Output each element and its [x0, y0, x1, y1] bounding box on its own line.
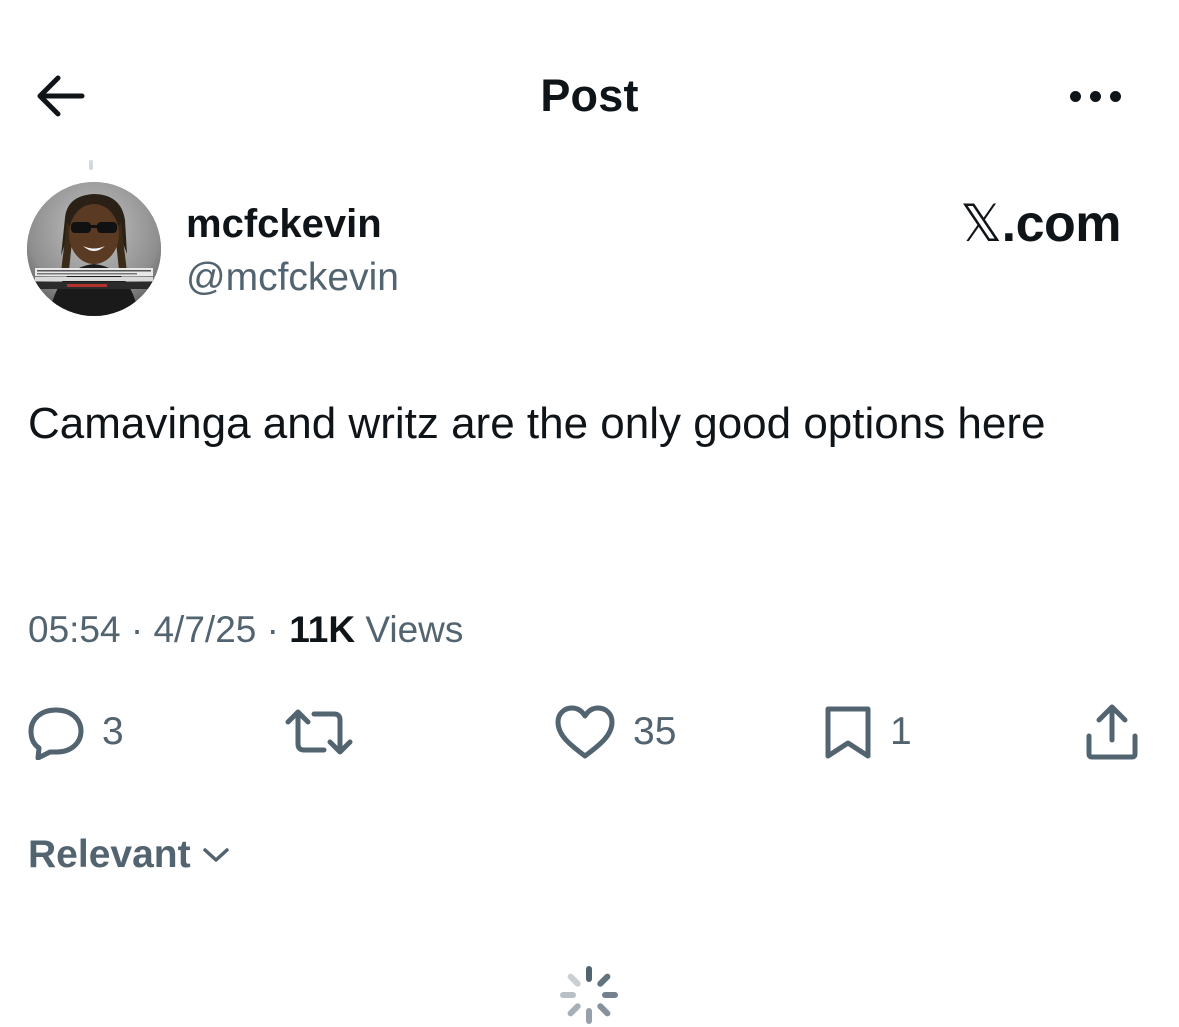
- bookmark-icon: [825, 706, 871, 759]
- x-logo-icon: 𝕏: [960, 194, 1002, 254]
- repost-icon: [285, 709, 353, 755]
- repost-button[interactable]: [284, 700, 370, 764]
- tweet-time: 05:54: [28, 609, 121, 650]
- page-title: Post: [540, 70, 639, 121]
- source-suffix: .com: [1001, 195, 1122, 253]
- like-button[interactable]: 35: [553, 700, 676, 764]
- avatar-photo: [27, 182, 161, 316]
- loading-spinner-icon: [560, 966, 618, 1024]
- more-options-button[interactable]: [1055, 72, 1135, 120]
- share-button[interactable]: [1083, 700, 1141, 764]
- top-bar: Post: [0, 50, 1179, 142]
- replies-sort-dropdown[interactable]: Relevant: [28, 830, 231, 880]
- bookmark-count: 1: [890, 710, 912, 753]
- meta-separator: ·: [266, 609, 279, 650]
- like-count: 35: [633, 710, 677, 753]
- avatar[interactable]: [27, 182, 161, 316]
- heart-icon: [555, 705, 615, 759]
- author-handle[interactable]: @mcfckevin: [186, 254, 399, 302]
- reply-button[interactable]: 3: [26, 700, 124, 764]
- more-dots-icon-dot: [1109, 90, 1121, 102]
- tweet-text: Camavinga and writz are the only good op…: [28, 399, 1046, 448]
- more-dots-icon-dot: [1089, 90, 1101, 102]
- views-count[interactable]: 11K: [289, 609, 355, 650]
- views-label[interactable]: Views: [365, 609, 463, 650]
- replies-sort-label: Relevant: [28, 833, 191, 876]
- more-dots-icon: [1069, 90, 1081, 102]
- reply-icon: [28, 707, 84, 760]
- thread-connector: [89, 160, 93, 170]
- tweet-meta: 05:54 · 4/7/25 · 11K Views: [28, 605, 463, 655]
- meta-separator: ·: [130, 609, 144, 650]
- action-bar: 3 35 1: [0, 700, 1179, 764]
- bookmark-button[interactable]: 1: [822, 700, 912, 764]
- reply-count: 3: [102, 710, 124, 753]
- author-name[interactable]: mcfckevin: [186, 200, 382, 248]
- source-label: 𝕏.com: [960, 194, 1121, 254]
- share-icon: [1086, 704, 1138, 760]
- tweet-date: 4/7/25: [153, 609, 257, 650]
- chevron-down-icon: [202, 848, 229, 862]
